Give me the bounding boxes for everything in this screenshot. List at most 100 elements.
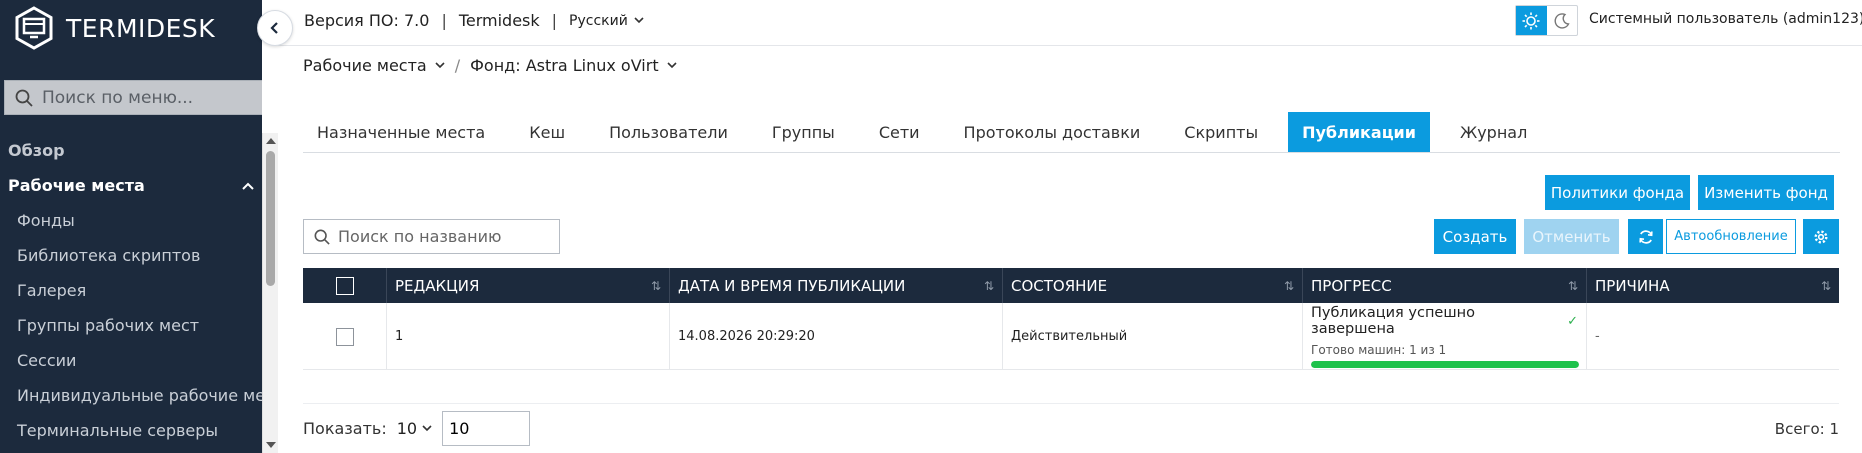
cancel-button[interactable]: Отменить: [1524, 219, 1619, 254]
select-all-checkbox[interactable]: [335, 276, 354, 295]
divider: |: [441, 11, 447, 30]
column-header-revision[interactable]: РЕДАКЦИЯ ⇅: [387, 268, 670, 303]
tab-publications[interactable]: Публикации: [1288, 112, 1430, 152]
refresh-button[interactable]: [1628, 219, 1663, 254]
cell-reason: -: [1595, 329, 1600, 344]
progress-detail: Готово машин: 1 из 1: [1311, 343, 1447, 357]
sidebar-item-script-library[interactable]: Библиотека скриптов: [0, 238, 262, 273]
tab-bar: Назначенные места Кеш Пользователи Групп…: [303, 112, 1840, 153]
cell-state: Действительный: [1003, 303, 1303, 370]
language-select[interactable]: Русский: [569, 13, 644, 29]
gear-icon: [1814, 229, 1828, 244]
light-theme-button[interactable]: [1516, 6, 1547, 35]
publications-table: РЕДАКЦИЯ ⇅ ДАТА И ВРЕМЯ ПУБЛИКАЦИИ ⇅ СОСТО…: [303, 268, 1839, 370]
menu-search[interactable]: [4, 80, 262, 115]
column-header-datetime[interactable]: ДАТА И ВРЕМЯ ПУБЛИКАЦИИ ⇅: [670, 268, 1003, 303]
tab-journal[interactable]: Журнал: [1446, 112, 1541, 152]
scrollbar-thumb[interactable]: [266, 151, 275, 286]
pool-policies-button[interactable]: Политики фонда: [1545, 175, 1690, 210]
breadcrumb: Рабочие места / Фонд: Astra Linux oVirt: [303, 56, 677, 75]
scroll-down-icon[interactable]: [266, 442, 276, 448]
search-field[interactable]: [303, 219, 560, 254]
table-footer: Показать: 10 Всего: 1: [303, 403, 1839, 453]
sidebar-item-pools[interactable]: Фонды: [0, 203, 262, 238]
search-icon: [314, 229, 330, 245]
divider: |: [551, 11, 558, 30]
column-header-progress[interactable]: ПРОГРЕСС ⇅: [1303, 268, 1587, 303]
row-checkbox[interactable]: [335, 327, 354, 346]
tab-assigned[interactable]: Назначенные места: [303, 112, 499, 152]
chevron-left-icon: [270, 22, 278, 34]
chevron-down-icon: [435, 62, 445, 69]
sort-icon[interactable]: ⇅: [651, 279, 661, 293]
search-icon: [15, 89, 33, 107]
brand-name: TERMIDESK: [66, 13, 216, 43]
sidebar-item-workplaces[interactable]: Рабочие места: [0, 168, 262, 203]
breadcrumb-current[interactable]: Фонд: Astra Linux oVirt: [470, 56, 677, 75]
sidebar-item-individual-workplaces[interactable]: Индивидуальные рабочие места: [0, 378, 262, 413]
edit-pool-button[interactable]: Изменить фонд: [1698, 175, 1834, 210]
table-header: РЕДАКЦИЯ ⇅ ДАТА И ВРЕМЯ ПУБЛИКАЦИИ ⇅ СОСТО…: [303, 268, 1839, 303]
total-count: Всего: 1: [1774, 419, 1839, 438]
sidebar-item-sessions[interactable]: Сессии: [0, 343, 262, 378]
sidebar: TERMIDESK Обзор Рабочие места Фонды Библ…: [0, 0, 262, 453]
product-name: Termidesk: [458, 11, 540, 30]
tab-scripts[interactable]: Скрипты: [1170, 112, 1272, 152]
autorefresh-button[interactable]: Автообновление: [1666, 219, 1796, 254]
chevron-down-icon: [422, 425, 432, 432]
theme-toggle[interactable]: [1515, 5, 1578, 36]
tab-delivery-protocols[interactable]: Протоколы доставки: [950, 112, 1155, 152]
sidebar-item-terminal-servers[interactable]: Терминальные серверы: [0, 413, 262, 448]
logo[interactable]: TERMIDESK: [14, 6, 215, 50]
progress-bar-fill: [1311, 361, 1579, 368]
top-header: Версия ПО: 7.0 | Termidesk | Русский Сис…: [278, 0, 1862, 46]
row-select-cell: [303, 303, 387, 370]
sidebar-menu: Обзор Рабочие места Фонды Библиотека скр…: [0, 133, 262, 448]
search-input[interactable]: [338, 227, 548, 246]
user-name: Системный пользователь (admin123): [1589, 11, 1862, 27]
tab-groups[interactable]: Группы: [758, 112, 849, 152]
scroll-up-icon[interactable]: [266, 138, 276, 144]
chevron-up-icon: [242, 182, 254, 190]
sort-icon[interactable]: ⇅: [1821, 279, 1831, 293]
check-icon: ✓: [1567, 313, 1578, 329]
column-header-reason[interactable]: ПРИЧИНА ⇅: [1587, 268, 1839, 303]
sun-icon: [1522, 12, 1540, 29]
sidebar-item-overview[interactable]: Обзор: [0, 133, 262, 168]
breadcrumb-root[interactable]: Рабочие места: [303, 56, 445, 75]
cell-revision: 1: [387, 303, 670, 370]
create-button[interactable]: Создать: [1434, 219, 1516, 254]
sort-icon[interactable]: ⇅: [1568, 279, 1578, 293]
sidebar-item-workplace-groups[interactable]: Группы рабочих мест: [0, 308, 262, 343]
sidebar-scrollbar[interactable]: [262, 133, 278, 453]
moon-icon: [1554, 12, 1570, 29]
chevron-down-icon: [634, 17, 644, 24]
tab-users[interactable]: Пользователи: [595, 112, 742, 152]
sidebar-item-gallery[interactable]: Галерея: [0, 273, 262, 308]
sort-icon[interactable]: ⇅: [1284, 279, 1294, 293]
progress-bar: [1311, 361, 1579, 368]
show-label: Показать:: [303, 419, 387, 438]
menu-search-input[interactable]: [42, 87, 242, 108]
table-row[interactable]: 1 14.08.2026 20:29:20 Действительный Пуб…: [303, 303, 1839, 370]
refresh-icon: [1638, 229, 1653, 244]
collapse-sidebar-button[interactable]: [257, 10, 293, 46]
breadcrumb-separator: /: [454, 56, 461, 75]
version-label: Версия ПО: 7.0: [304, 11, 430, 30]
cell-progress: Публикация успешно завершена ✓ Готово ма…: [1303, 303, 1587, 370]
version-info: Версия ПО: 7.0 | Termidesk | Русский: [304, 11, 644, 30]
column-header-state[interactable]: СОСТОЯНИЕ ⇅: [1003, 268, 1303, 303]
chevron-down-icon: [667, 62, 677, 69]
dark-theme-button[interactable]: [1547, 6, 1578, 35]
tab-networks[interactable]: Сети: [865, 112, 934, 152]
cell-datetime: 14.08.2026 20:29:20: [670, 303, 1003, 370]
user-menu[interactable]: Системный пользователь (admin123): [1589, 11, 1862, 27]
settings-button[interactable]: [1803, 219, 1839, 254]
tab-cache[interactable]: Кеш: [515, 112, 579, 152]
progress-status: Публикация успешно завершена ✓: [1311, 305, 1578, 337]
page-size-select[interactable]: 10: [397, 419, 432, 438]
page-size-input[interactable]: [442, 411, 531, 446]
termidesk-logo-icon: [15, 6, 53, 50]
select-all-cell: [303, 268, 387, 303]
sort-icon[interactable]: ⇅: [984, 279, 994, 293]
